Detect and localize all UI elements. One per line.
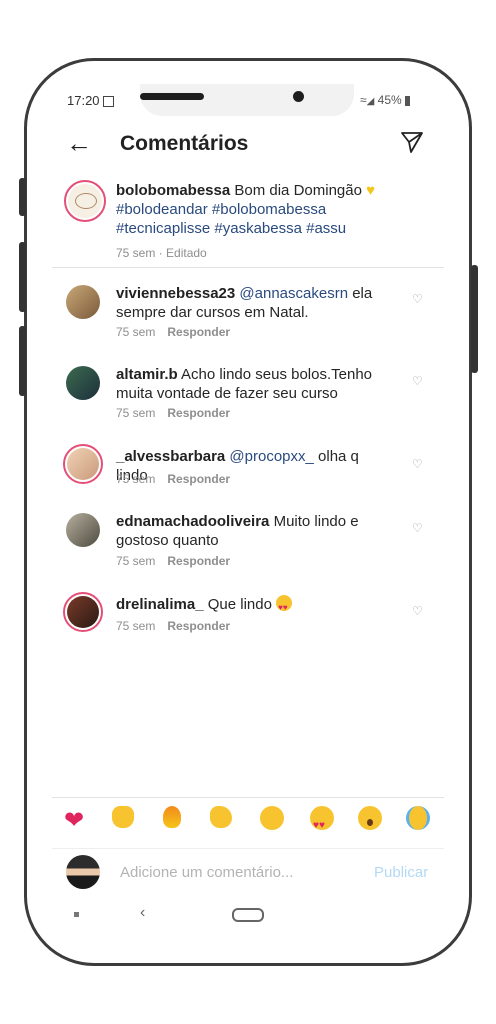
caption: bolobomabessa Bom dia Domingão ♥ #bolode… [116, 181, 416, 263]
status-icons: ≈◢ 45% [360, 93, 411, 107]
comment-time: 75 sem [116, 406, 156, 420]
comment-text: drelinalima_ Que lindo ♥♥ [116, 595, 386, 614]
avatar[interactable] [64, 180, 106, 222]
wifi-icon: ≈ [360, 93, 367, 107]
like-heart-icon[interactable]: ♡ [412, 292, 423, 306]
yellow-heart-icon: ♥ [366, 182, 376, 199]
fire-icon[interactable] [163, 806, 181, 836]
like-heart-icon[interactable]: ♡ [412, 604, 423, 618]
comment-username[interactable]: viviennebessa23 [116, 285, 235, 302]
reply-button[interactable]: Responder [167, 325, 230, 339]
comment-username[interactable]: altamir.b [116, 366, 178, 383]
comment-body: Que lindo [207, 596, 272, 613]
reply-button[interactable]: Responder [167, 619, 230, 633]
comment-meta: 75 sem Responder [116, 406, 230, 420]
emoji-bar: ❤ ♥♥ [60, 806, 440, 840]
recent-apps-icon[interactable] [74, 912, 79, 917]
comment-time: 75 sem [116, 472, 156, 486]
home-nav-icon[interactable] [232, 908, 264, 922]
reply-button[interactable]: Responder [167, 472, 230, 486]
comment-meta: 75 sem Responder [116, 325, 230, 339]
signal-icon: ◢ [366, 96, 375, 107]
comment-input-row: Adicione um comentário... Publicar [52, 848, 444, 897]
status-time: 17:20 [67, 93, 115, 108]
navigation-bar: ‹ [52, 900, 444, 930]
volume-button [19, 178, 26, 216]
logo-icon [75, 193, 97, 209]
publish-button[interactable]: Publicar [374, 864, 428, 881]
comment-text: viviennebessa23 @annascakesrn ela sempre… [116, 284, 386, 322]
comment-time: 75 sem [116, 325, 156, 339]
side-button [471, 265, 478, 373]
like-heart-icon[interactable]: ♡ [412, 374, 423, 388]
caption-hashtags[interactable]: #bolodeandar #bolobomabessa #tecnicaplis… [116, 201, 346, 237]
reply-button[interactable]: Responder [167, 554, 230, 568]
caption-username[interactable]: bolobomabessa [116, 182, 230, 199]
like-heart-icon[interactable]: ♡ [412, 457, 423, 471]
comment-meta: 75 sem Responder [116, 554, 230, 568]
heart-eyes-icon[interactable]: ♥♥ [310, 806, 334, 838]
comment-input[interactable]: Adicione um comentário... [120, 864, 293, 881]
laughing-tears-icon[interactable] [406, 806, 430, 838]
notch [140, 84, 354, 116]
comment-time: 75 sem [116, 554, 156, 568]
reply-button[interactable]: Responder [167, 406, 230, 420]
comment-meta: 75 sem Responder [116, 619, 230, 633]
front-camera [293, 91, 304, 102]
avatar[interactable] [63, 444, 103, 484]
send-icon[interactable] [400, 130, 424, 154]
avatar [66, 855, 100, 889]
page-title: Comentários [120, 132, 249, 155]
comment-username[interactable]: ednamachadooliveira [116, 513, 269, 530]
caption-meta: 75 sem · Editado [116, 246, 207, 260]
raised-hands-icon[interactable] [112, 806, 134, 836]
caption-text: Bom dia Domingão [234, 182, 362, 199]
surprised-face-icon[interactable] [358, 806, 382, 838]
crying-face-icon[interactable] [260, 806, 284, 838]
speaker [140, 93, 204, 100]
divider [52, 797, 444, 798]
avatar[interactable] [63, 592, 103, 632]
heart-icon[interactable]: ❤ [64, 806, 84, 836]
avatar[interactable] [66, 366, 100, 400]
comment-username[interactable]: drelinalima_ [116, 596, 204, 613]
comment-username[interactable]: _alvessbarbara [116, 448, 225, 465]
divider [52, 267, 444, 268]
battery-icon [405, 95, 411, 106]
volume-button [19, 242, 26, 312]
comment-text: altamir.b Acho lindo seus bolos.Tenho mu… [116, 365, 386, 403]
power-button [19, 326, 26, 396]
comment-time: 75 sem [116, 619, 156, 633]
heart-eyes-icon: ♥♥ [276, 595, 293, 612]
avatar[interactable] [66, 513, 100, 547]
back-nav-icon[interactable]: ‹ [140, 904, 145, 922]
back-arrow-icon[interactable]: ← [66, 130, 92, 156]
comment-mention[interactable]: @procopxx_ [229, 448, 313, 465]
gallery-icon [103, 96, 115, 108]
avatar[interactable] [66, 285, 100, 319]
like-heart-icon[interactable]: ♡ [412, 521, 423, 535]
comment-meta: 75 sem Responder [116, 472, 230, 486]
battery-percent: 45% [377, 93, 402, 107]
comment-text: ednamachadooliveira Muito lindo e gostos… [116, 512, 386, 550]
comment-mention[interactable]: @annascakesrn [239, 285, 348, 302]
clapping-hands-icon[interactable] [210, 806, 232, 836]
